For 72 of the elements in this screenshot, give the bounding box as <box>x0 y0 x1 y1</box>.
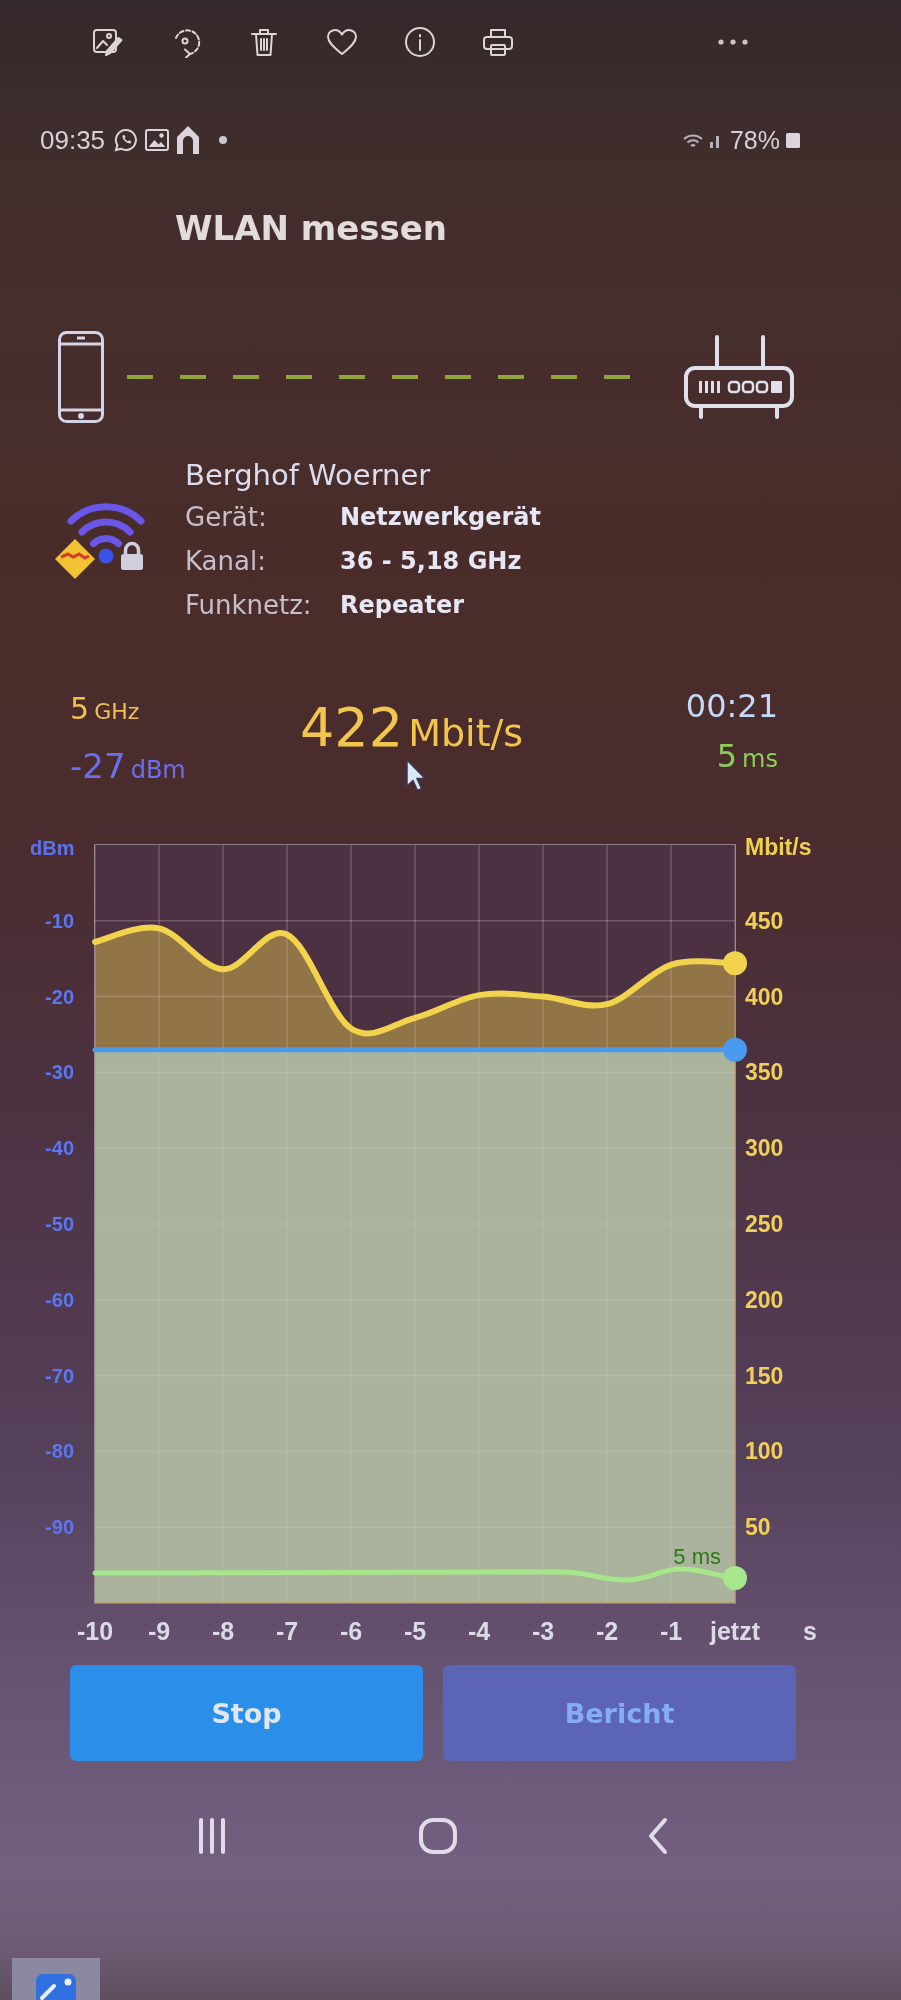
axis-tick-label: -6 <box>339 1617 363 1645</box>
image-icon <box>145 129 170 151</box>
axis-tick-label: -8 <box>211 1617 235 1645</box>
axis-tick-label: 50 <box>745 1514 771 1541</box>
axis-tick-label: -3 <box>531 1617 555 1645</box>
annotation-label: 5 ms <box>673 1544 721 1569</box>
axis-tick-label: -2 <box>595 1617 619 1645</box>
app-icon[interactable] <box>12 1958 100 2000</box>
diamond-logo-icon <box>55 539 95 579</box>
wifi-status-icon <box>681 131 704 149</box>
axis-title: Mbit/s <box>745 834 812 860</box>
axis-tick-label: 150 <box>745 1362 784 1389</box>
axis-unit-label: s <box>803 1617 817 1645</box>
router-icon <box>683 334 795 420</box>
axis-tick-label: 100 <box>745 1438 784 1465</box>
detail-value: 36 - 5,18 GHz <box>340 547 522 575</box>
axis-tick-label: 450 <box>745 907 784 934</box>
axis-tick-label: -9 <box>147 1617 171 1645</box>
clock-time: 09:35 <box>40 124 106 156</box>
chat-bubble-icon <box>114 128 139 152</box>
action-button[interactable]: Stop <box>70 1665 423 1761</box>
battery-icon <box>786 132 800 148</box>
heart-icon[interactable] <box>326 26 358 58</box>
detail-value: Netzwerkgerät <box>340 503 541 531</box>
action-button[interactable]: Bericht <box>443 1665 796 1761</box>
axis-tick-label: -70 <box>45 1364 74 1387</box>
more-icon[interactable] <box>718 39 748 45</box>
frequency-band-reading: 5 GHz <box>70 690 140 728</box>
signal-strength-reading: -27 dBm <box>70 745 186 788</box>
axis-tick-label: 300 <box>745 1135 784 1162</box>
axis-tick-label: 400 <box>745 983 784 1010</box>
mouse-pointer-icon <box>405 758 427 792</box>
axis-tick-label: -60 <box>45 1288 74 1311</box>
phone-icon <box>57 330 105 424</box>
wifi-icon <box>67 503 145 564</box>
axis-tick-label: -20 <box>45 985 74 1008</box>
notification-dot-icon <box>219 136 228 144</box>
screen-title: WLAN messen <box>175 207 447 250</box>
home-icon[interactable] <box>419 1818 457 1854</box>
axis-tick-label: -1 <box>659 1617 683 1645</box>
elapsed-time: 00:21 <box>685 686 778 727</box>
axis-tick-label: -80 <box>45 1440 74 1463</box>
axis-tick-label: -10 <box>45 909 74 932</box>
detail-label: Gerät: <box>185 502 267 532</box>
latency-reading: 5 ms <box>716 736 778 777</box>
axis-tick-label: -10 <box>76 1617 114 1645</box>
axis-tick-label: 250 <box>745 1211 784 1237</box>
printer-icon[interactable] <box>482 26 514 58</box>
axis-tick-label: 350 <box>745 1059 784 1086</box>
data-rate-reading: 422 Mbit/s <box>300 702 524 761</box>
axis-tick-label: -4 <box>467 1617 491 1645</box>
lock-icon <box>121 541 143 570</box>
axis-tick-label: 200 <box>745 1286 784 1313</box>
axis-tick-label: -40 <box>45 1137 74 1160</box>
detail-value: Repeater <box>340 591 464 619</box>
delete-icon[interactable] <box>248 26 280 58</box>
back-icon[interactable] <box>647 1816 669 1856</box>
network-name: Berghof Woerner <box>185 457 431 494</box>
image-edit-icon[interactable] <box>92 26 124 58</box>
house-icon <box>176 125 201 155</box>
axis-tick-label: -50 <box>45 1213 74 1235</box>
latency-end-marker <box>723 1566 747 1590</box>
info-icon[interactable] <box>404 26 436 58</box>
axis-title: dBm <box>30 837 75 859</box>
detail-label: Funknetz: <box>185 590 312 620</box>
axis-tick-label: -5 <box>403 1617 427 1645</box>
axis-tick-label: jetzt <box>710 1617 760 1645</box>
axis-tick-label: -30 <box>45 1061 74 1084</box>
detail-label: Kanal: <box>185 546 266 576</box>
battery-percentage: 78% <box>729 125 780 155</box>
axis-tick-label: -90 <box>45 1516 74 1539</box>
axis-tick-label: -7 <box>275 1617 299 1645</box>
